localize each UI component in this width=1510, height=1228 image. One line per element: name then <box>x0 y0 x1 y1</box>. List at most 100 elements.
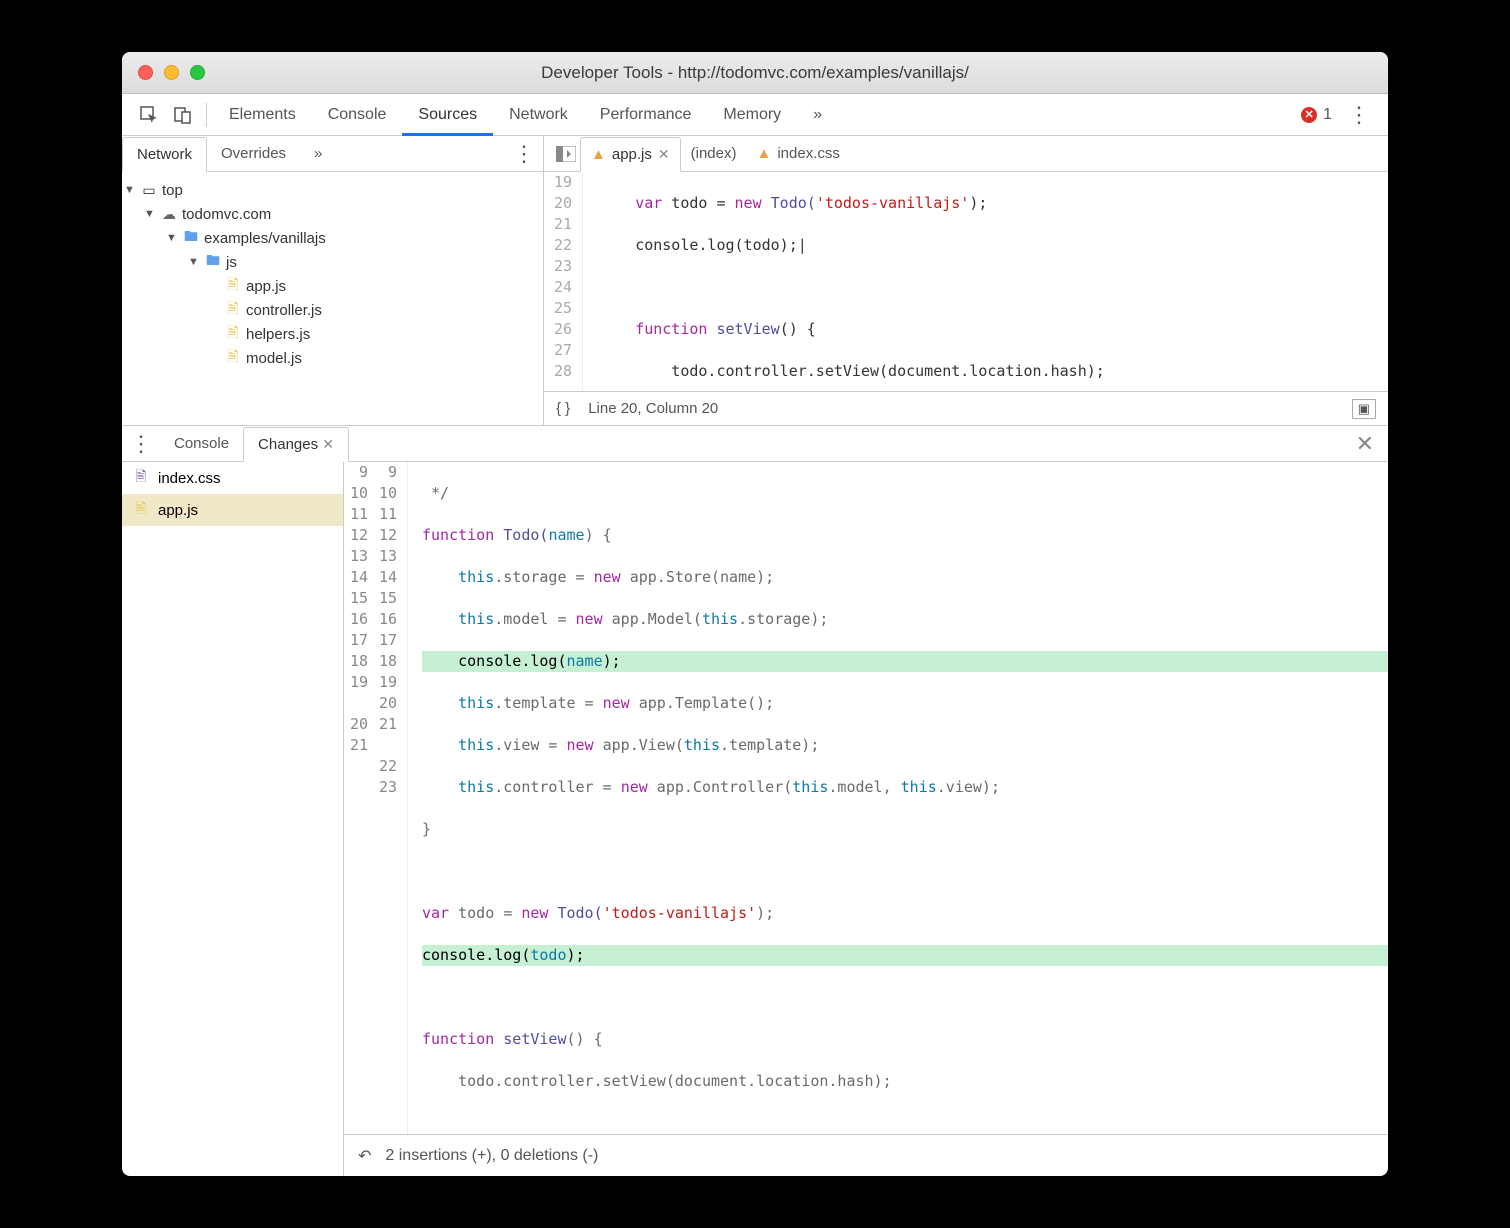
minimize-window[interactable] <box>164 65 179 80</box>
diff-summary: 2 insertions (+), 0 deletions (-) <box>385 1147 598 1165</box>
js-file-icon: 🖹 <box>224 322 242 346</box>
changed-file[interactable]: 🖹 app.js <box>122 494 343 526</box>
settings-kebab[interactable]: ⋮ <box>1340 102 1378 128</box>
cloud-icon: ☁ <box>160 206 178 223</box>
editor-tab-indexcss[interactable]: ▲ index.css <box>746 136 849 171</box>
window-icon: ▭ <box>140 182 158 199</box>
error-indicator[interactable]: ✕ 1 <box>1301 106 1340 124</box>
drawer-tab-console[interactable]: Console <box>160 426 243 461</box>
drawer-close[interactable]: ✕ <box>1342 431 1388 457</box>
main-toolbar: Elements Console Sources Network Perform… <box>122 94 1388 136</box>
close-icon[interactable]: ✕ <box>658 146 670 163</box>
code-content[interactable]: var todo = new Todo('todos-vanillajs'); … <box>583 172 1105 391</box>
inspect-icon[interactable] <box>132 106 166 124</box>
tab-memory[interactable]: Memory <box>707 94 797 135</box>
tree-label: model.js <box>246 350 302 367</box>
tab-performance[interactable]: Performance <box>584 94 708 135</box>
tree-label: helpers.js <box>246 326 310 343</box>
editor-tabs: ▲ app.js ✕ (index) ▲ index.css <box>544 136 1388 172</box>
changed-files-list: 🖹 index.css 🖹 app.js <box>122 462 344 1176</box>
navigator-tabs: Network Overrides » ⋮ <box>122 136 543 172</box>
devtools-window: Developer Tools - http://todomvc.com/exa… <box>122 52 1388 1176</box>
js-file-icon: 🖹 <box>224 298 242 322</box>
js-file-icon: 🖹 <box>224 346 242 370</box>
js-file-icon: 🖹 <box>224 274 242 298</box>
tree-file[interactable]: 🖹 helpers.js <box>122 322 543 346</box>
chevron-down-icon: ▼ <box>144 208 156 220</box>
device-toggle-icon[interactable] <box>166 106 200 124</box>
file-label: app.js <box>158 502 198 519</box>
folder-icon: 🖿 <box>182 226 200 250</box>
coverage-icon[interactable]: ▣ <box>1352 399 1376 419</box>
tree-label: controller.js <box>246 302 322 319</box>
tree-label: app.js <box>246 278 286 295</box>
drawer: ⋮ Console Changes ✕ ✕ 🖹 index.css 🖹 app.… <box>122 426 1388 1176</box>
tree-file[interactable]: 🖹 controller.js <box>122 298 543 322</box>
tree-file[interactable]: 🖹 model.js <box>122 346 543 370</box>
tree-top[interactable]: ▼ ▭ top <box>122 178 543 202</box>
window-title: Developer Tools - http://todomvc.com/exa… <box>122 63 1388 83</box>
tab-label: app.js <box>612 146 652 163</box>
file-tree[interactable]: ▼ ▭ top ▼ ☁ todomvc.com ▼ 🖿 examples/van… <box>122 172 543 425</box>
tree-file[interactable]: 🖹 app.js <box>122 274 543 298</box>
js-file-icon: 🖹 <box>132 498 150 522</box>
pretty-print-icon[interactable]: { } <box>556 400 570 417</box>
tab-network[interactable]: Network <box>493 94 584 135</box>
diff-code[interactable]: 910111213141516171819 2021 9101112131415… <box>344 462 1388 1134</box>
drawer-tabs: ⋮ Console Changes ✕ ✕ <box>122 426 1388 462</box>
navtab-network[interactable]: Network <box>122 137 207 172</box>
traffic-lights <box>122 65 205 80</box>
cursor-position: Line 20, Column 20 <box>588 400 718 417</box>
error-icon: ✕ <box>1301 107 1317 123</box>
tree-label: todomvc.com <box>182 206 271 223</box>
zoom-window[interactable] <box>190 65 205 80</box>
diff-gutter: 910111213141516171819 2021 9101112131415… <box>344 462 408 1134</box>
error-count: 1 <box>1323 106 1332 124</box>
changes-panel: 🖹 index.css 🖹 app.js 9101112131415161718… <box>122 462 1388 1176</box>
revert-icon[interactable]: ↶ <box>358 1146 371 1166</box>
tab-console[interactable]: Console <box>312 94 403 135</box>
diff-status-bar: ↶ 2 insertions (+), 0 deletions (-) <box>344 1134 1388 1176</box>
chevron-down-icon: ▼ <box>166 232 178 244</box>
diff-content[interactable]: */ function Todo(name) { this.storage = … <box>408 462 1388 1134</box>
css-file-icon: 🖹 <box>132 466 150 490</box>
tree-domain[interactable]: ▼ ☁ todomvc.com <box>122 202 543 226</box>
file-label: index.css <box>158 470 221 487</box>
tree-label: js <box>226 254 237 271</box>
folder-icon: 🖿 <box>204 250 222 274</box>
diff-view: 910111213141516171819 2021 9101112131415… <box>344 462 1388 1176</box>
close-icon[interactable]: ✕ <box>322 436 334 453</box>
navtab-overrides[interactable]: Overrides <box>207 136 300 171</box>
chevron-down-icon: ▼ <box>188 256 200 268</box>
line-gutter: 19 20 21 22 23 24 25 26 27 28 <box>544 172 583 391</box>
close-window[interactable] <box>138 65 153 80</box>
editor-tab-appjs[interactable]: ▲ app.js ✕ <box>580 137 681 172</box>
tree-label: top <box>162 182 183 199</box>
navtab-overflow[interactable]: » <box>300 136 336 171</box>
tab-label: (index) <box>691 145 737 162</box>
editor-tab-index[interactable]: (index) <box>681 136 747 171</box>
tree-folder[interactable]: ▼ 🖿 examples/vanillajs <box>122 226 543 250</box>
panel-tabs: Elements Console Sources Network Perform… <box>213 94 838 135</box>
tree-label: examples/vanillajs <box>204 230 326 247</box>
separator <box>206 103 207 127</box>
sources-panel: Network Overrides » ⋮ ▼ ▭ top ▼ ☁ todomv… <box>122 136 1388 426</box>
tab-sources[interactable]: Sources <box>402 94 493 135</box>
tabs-overflow[interactable]: » <box>797 94 838 135</box>
drawer-menu[interactable]: ⋮ <box>122 431 160 457</box>
drawer-tab-changes[interactable]: Changes ✕ <box>243 427 349 462</box>
toggle-navigator-icon[interactable] <box>552 146 580 162</box>
editor-panel: ▲ app.js ✕ (index) ▲ index.css 19 20 21 … <box>544 136 1388 425</box>
warning-icon: ▲ <box>756 145 771 162</box>
titlebar: Developer Tools - http://todomvc.com/exa… <box>122 52 1388 94</box>
chevron-down-icon: ▼ <box>124 184 136 196</box>
warning-icon: ▲ <box>591 146 606 163</box>
tree-subfolder[interactable]: ▼ 🖿 js <box>122 250 543 274</box>
code-editor[interactable]: 19 20 21 22 23 24 25 26 27 28 var todo =… <box>544 172 1388 391</box>
navigator-menu[interactable]: ⋮ <box>505 141 543 167</box>
navigator-panel: Network Overrides » ⋮ ▼ ▭ top ▼ ☁ todomv… <box>122 136 544 425</box>
editor-status-bar: { } Line 20, Column 20 ▣ <box>544 391 1388 425</box>
tab-label: index.css <box>777 145 840 162</box>
changed-file[interactable]: 🖹 index.css <box>122 462 343 494</box>
tab-elements[interactable]: Elements <box>213 94 312 135</box>
